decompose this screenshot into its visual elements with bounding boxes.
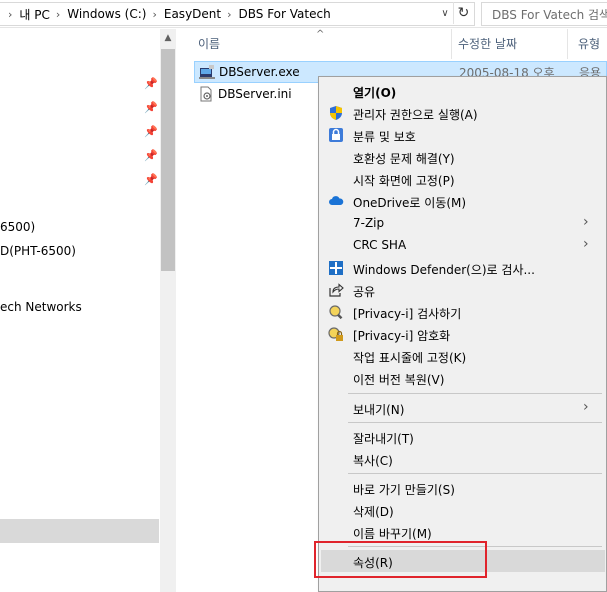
breadcrumb-this-pc[interactable]: 내 PC — [19, 6, 49, 23]
menu-item-rename[interactable]: 이름 바꾸기(M) — [321, 521, 605, 543]
menu-item-crc-sha[interactable]: CRC SHA › — [321, 234, 605, 256]
scroll-up-icon[interactable]: ▲ — [160, 29, 176, 47]
file-name: DBServer.ini — [218, 87, 292, 101]
menu-item-create-shortcut[interactable]: 바로 가기 만들기(S) — [321, 477, 605, 499]
ini-file-icon — [198, 86, 214, 102]
menu-item-defender-scan[interactable]: Windows Defender(으)로 검사... — [321, 257, 605, 279]
breadcrumb-drive-c[interactable]: Windows (C:) — [67, 7, 146, 21]
nav-scrollbar[interactable]: ▲ — [160, 29, 176, 592]
file-name: DBServer.exe — [219, 65, 300, 79]
privacy-scan-icon — [328, 304, 344, 320]
menu-item-cut[interactable]: 잘라내기(T) — [321, 426, 605, 448]
menu-item-label: 시작 화면에 고정(P) — [353, 174, 455, 188]
breadcrumb-easydent[interactable]: EasyDent — [164, 7, 221, 21]
menu-item-7zip[interactable]: 7-Zip › — [321, 212, 605, 234]
menu-item-label: OneDrive로 이동(M) — [353, 196, 467, 210]
context-menu: 열기(O) 관리자 권한으로 실행(A) 분류 및 보호 호환성 문제 해결(Y… — [318, 76, 607, 592]
column-divider[interactable] — [451, 29, 452, 59]
pin-icon[interactable]: 📌 — [144, 149, 158, 162]
menu-item-label: 복사(C) — [353, 454, 393, 468]
cloud-icon — [328, 193, 344, 209]
menu-item-label: 열기(O) — [353, 86, 397, 100]
privacy-lock-icon — [328, 326, 344, 342]
chevron-down-icon[interactable]: ∨ — [437, 2, 453, 24]
menu-item-label: 작업 표시줄에 고정(K) — [353, 351, 467, 365]
navigation-pane: 📌 📌 📌 📌 📌 6500) D(PHT-6500) ech Networks — [0, 29, 160, 592]
menu-item-share[interactable]: 공유 — [321, 279, 605, 301]
menu-item-label: 이름 바꾸기(M) — [353, 527, 432, 541]
exe-file-icon — [199, 64, 215, 80]
menu-item-label: 7-Zip — [353, 216, 385, 230]
refresh-icon[interactable]: ↻ — [453, 2, 473, 24]
chevron-right-icon: › — [583, 236, 589, 252]
nav-item-drive-6500[interactable]: 6500) — [0, 220, 35, 234]
nav-item-selected[interactable] — [0, 519, 159, 543]
column-header-date[interactable]: 수정한 날짜 — [458, 35, 517, 52]
menu-item-label: 분류 및 보호 — [353, 130, 416, 144]
menu-item-label: 호환성 문제 해결(Y) — [353, 152, 455, 166]
chevron-right-icon: › — [583, 399, 589, 415]
share-icon — [328, 282, 344, 298]
scrollbar-thumb[interactable] — [161, 49, 175, 271]
menu-item-send-to[interactable]: 보내기(N) › — [321, 397, 605, 419]
sort-ascending-icon: ^ — [316, 29, 325, 40]
menu-item-label: 삭제(D) — [353, 505, 394, 519]
column-divider[interactable] — [567, 29, 568, 59]
menu-separator — [348, 393, 602, 394]
nav-item-drive-pht-6500[interactable]: D(PHT-6500) — [0, 244, 76, 258]
menu-item-pin-to-start[interactable]: 시작 화면에 고정(P) — [321, 168, 605, 190]
menu-item-label: 잘라내기(T) — [353, 432, 414, 446]
menu-separator — [348, 473, 602, 474]
menu-item-label: 보내기(N) — [353, 403, 405, 417]
menu-item-delete[interactable]: 삭제(D) — [321, 499, 605, 521]
address-bar: › 내 PC › Windows (C:) › EasyDent › DBS F… — [0, 0, 607, 28]
highlight-annotation — [314, 541, 487, 578]
breadcrumb[interactable]: › 내 PC › Windows (C:) › EasyDent › DBS F… — [0, 2, 475, 26]
column-header-name[interactable]: 이름 — [198, 35, 220, 52]
pin-icon[interactable]: 📌 — [144, 173, 158, 186]
menu-item-copy[interactable]: 복사(C) — [321, 448, 605, 470]
menu-item-label: 공유 — [353, 285, 376, 299]
menu-item-label: 이전 버전 복원(V) — [353, 373, 445, 387]
menu-item-run-as-admin[interactable]: 관리자 권한으로 실행(A) — [321, 102, 605, 124]
uac-shield-icon — [328, 105, 344, 121]
breadcrumb-separator-icon: › — [152, 7, 157, 21]
menu-item-label: [Privacy-i] 암호화 — [353, 329, 451, 343]
menu-item-label: [Privacy-i] 검사하기 — [353, 307, 462, 321]
pin-icon[interactable]: 📌 — [144, 101, 158, 114]
breadcrumb-separator-icon: › — [227, 7, 232, 21]
chevron-right-icon: › — [583, 214, 589, 230]
menu-item-open[interactable]: 열기(O) — [321, 80, 605, 102]
breadcrumb-separator-icon: › — [8, 7, 13, 21]
search-input[interactable]: DBS For Vatech 검색 — [481, 2, 607, 26]
menu-item-label: 바로 가기 만들기(S) — [353, 483, 455, 497]
breadcrumb-separator-icon: › — [55, 7, 61, 21]
menu-item-label: 관리자 권한으로 실행(A) — [353, 108, 478, 122]
pin-icon[interactable]: 📌 — [144, 125, 158, 138]
pin-icon[interactable]: 📌 — [144, 77, 158, 90]
column-header-type[interactable]: 유형 — [578, 35, 600, 52]
menu-item-label: Windows Defender(으)로 검사... — [353, 263, 535, 277]
menu-item-privacy-encrypt[interactable]: [Privacy-i] 암호화 — [321, 323, 605, 345]
defender-icon — [328, 260, 344, 276]
breadcrumb-dbs-for-vatech[interactable]: DBS For Vatech — [239, 7, 331, 21]
menu-item-privacy-scan[interactable]: [Privacy-i] 검사하기 — [321, 301, 605, 323]
nav-item-networks[interactable]: ech Networks — [0, 300, 82, 314]
menu-item-label: CRC SHA — [353, 238, 407, 252]
menu-separator — [348, 422, 602, 423]
lock-icon — [328, 127, 344, 143]
menu-item-pin-to-taskbar[interactable]: 작업 표시줄에 고정(K) — [321, 345, 605, 367]
menu-item-classify-protect[interactable]: 분류 및 보호 — [321, 124, 605, 146]
menu-item-restore-previous[interactable]: 이전 버전 복원(V) — [321, 367, 605, 389]
menu-item-troubleshoot-compat[interactable]: 호환성 문제 해결(Y) — [321, 146, 605, 168]
menu-item-move-to-onedrive[interactable]: OneDrive로 이동(M) — [321, 190, 605, 212]
